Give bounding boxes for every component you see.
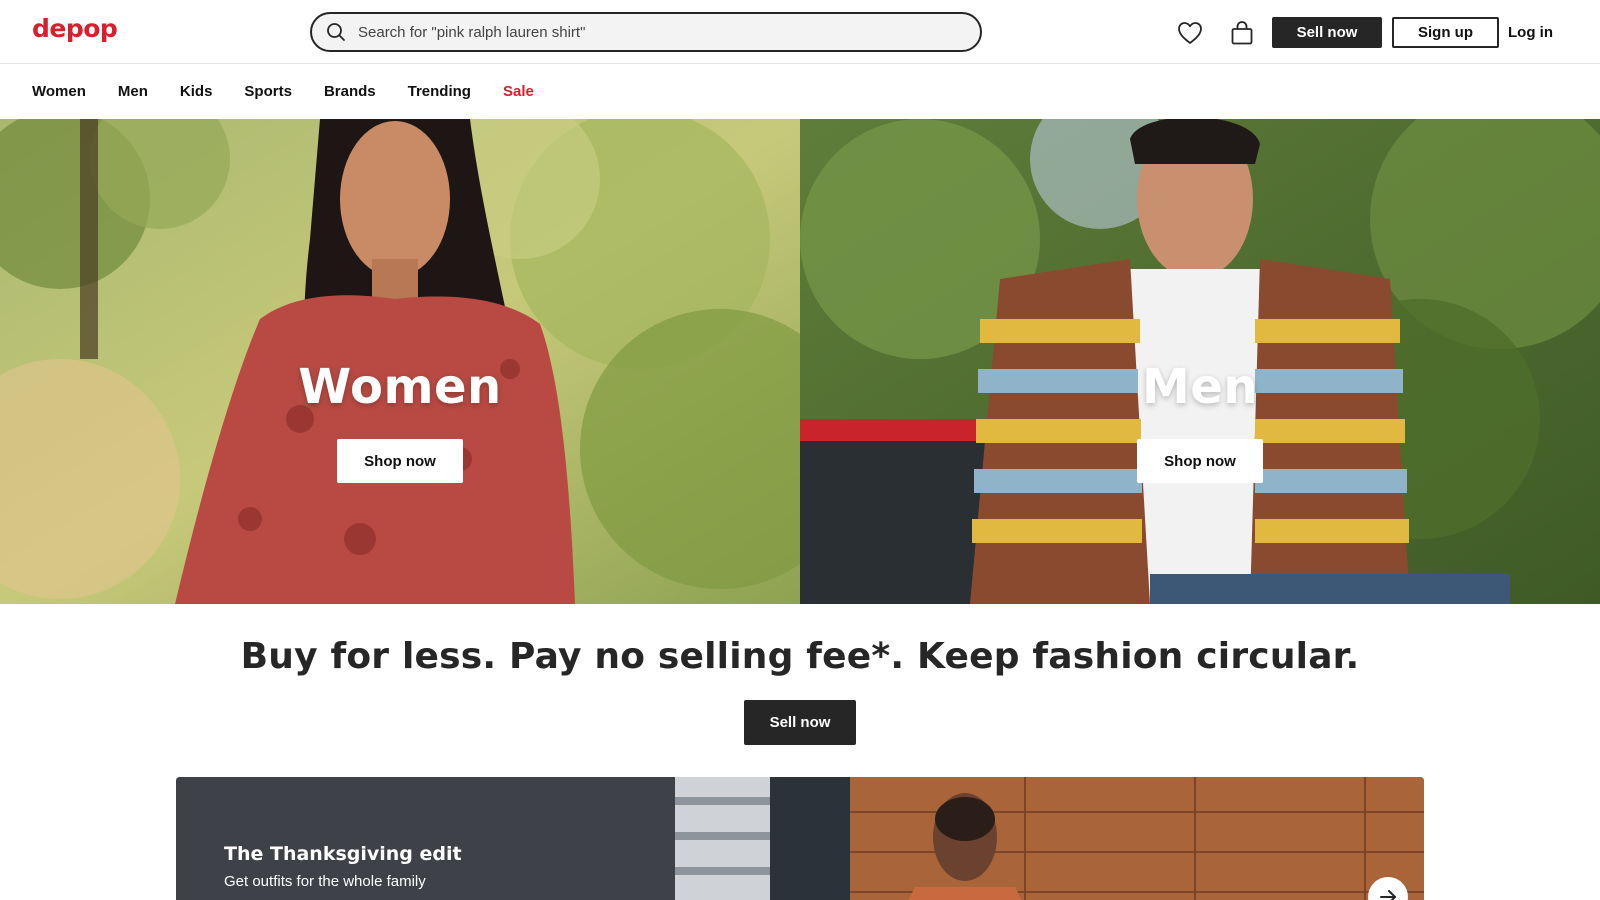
hero-men[interactable]: Men Shop now [800, 119, 1600, 604]
heart-icon[interactable] [1175, 18, 1205, 48]
promo-text-panel: The Thanksgiving edit Get outfits for th… [176, 777, 675, 900]
hero-women[interactable]: Women Shop now [0, 119, 800, 604]
sell-now-button[interactable]: Sell now [1272, 17, 1382, 48]
nav-item-sale[interactable]: Sale [503, 83, 534, 100]
log-in-link[interactable]: Log in [1508, 17, 1553, 48]
sell-now-cta-button[interactable]: Sell now [744, 700, 856, 745]
bag-icon[interactable] [1227, 18, 1257, 48]
shop-men-button[interactable]: Shop now [1137, 439, 1263, 483]
depop-logo[interactable]: depop [32, 14, 118, 43]
nav-item-sports[interactable]: Sports [244, 83, 292, 100]
hero-women-title: Women [298, 359, 502, 415]
hero-men-title: Men [1142, 359, 1258, 415]
nav-item-men[interactable]: Men [118, 83, 148, 100]
promo-image [675, 777, 1424, 900]
thanksgiving-promo-banner[interactable]: The Thanksgiving edit Get outfits for th… [176, 777, 1424, 900]
promo-subtitle: Get outfits for the whole family [224, 873, 426, 890]
sign-up-button[interactable]: Sign up [1392, 17, 1499, 48]
nav-item-kids[interactable]: Kids [180, 83, 213, 100]
promo-title: The Thanksgiving edit [224, 843, 462, 865]
search-bar[interactable] [310, 12, 982, 52]
shop-women-button[interactable]: Shop now [337, 439, 463, 483]
tagline-heading: Buy for less. Pay no selling fee*. Keep … [240, 636, 1360, 677]
nav-item-trending[interactable]: Trending [408, 83, 471, 100]
search-input[interactable] [358, 14, 980, 50]
search-icon [316, 14, 356, 50]
nav-item-brands[interactable]: Brands [324, 83, 376, 100]
nav-item-women[interactable]: Women [32, 83, 86, 100]
category-nav: Women Men Kids Sports Brands Trending Sa… [0, 64, 1600, 119]
site-header: depop Sell now Sign up Log in [0, 0, 1600, 64]
